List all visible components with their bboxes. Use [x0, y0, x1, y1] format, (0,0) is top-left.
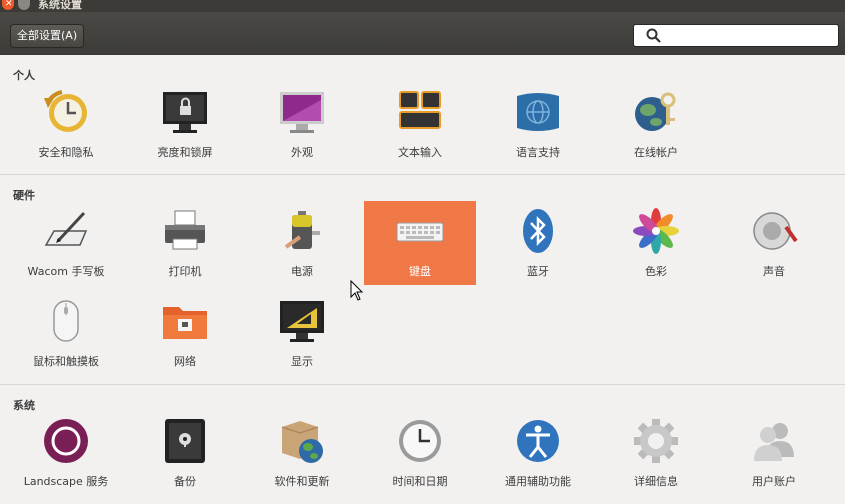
- window-title: 系统设置: [38, 0, 82, 11]
- item-sound[interactable]: 声音: [718, 201, 830, 285]
- bluetooth-icon: [523, 209, 553, 253]
- item-landscape-service[interactable]: Landscape 服务: [10, 411, 122, 495]
- item-keyboard[interactable]: 键盘: [364, 201, 476, 285]
- online-accounts-icon: [635, 92, 676, 131]
- search-icon: [646, 28, 661, 43]
- item-label: 详细信息: [634, 475, 678, 488]
- minimize-button[interactable]: [18, 0, 30, 10]
- item-label: 备份: [174, 475, 196, 488]
- item-label: 打印机: [168, 265, 202, 278]
- item-user-accounts[interactable]: 用户账户: [718, 411, 830, 495]
- item-label: 键盘: [409, 265, 431, 278]
- printer-icon: [165, 210, 205, 250]
- item-label: 时间和日期: [392, 475, 448, 488]
- item-label: 语言支持: [516, 146, 560, 159]
- wacom-tablet-icon: [44, 211, 88, 246]
- item-brightness-lock[interactable]: 亮度和锁屏: [129, 82, 241, 166]
- separator: [0, 384, 845, 385]
- item-online-accounts[interactable]: 在线帐户: [600, 82, 712, 166]
- battery-power-icon: [284, 211, 320, 249]
- separator: [0, 174, 845, 175]
- item-printer[interactable]: 打印机: [129, 201, 241, 285]
- users-icon: [754, 423, 794, 461]
- item-displays[interactable]: 显示: [246, 291, 358, 375]
- security-privacy-icon: [44, 90, 87, 132]
- close-icon: ✕: [5, 0, 13, 9]
- item-label: 网络: [174, 355, 196, 368]
- accessibility-icon: [517, 420, 559, 462]
- item-text-entry[interactable]: 文本输入: [364, 82, 476, 166]
- color-flower-icon: [633, 208, 679, 254]
- item-color[interactable]: 色彩: [600, 201, 712, 285]
- gear-icon: [634, 419, 678, 463]
- monitor-lock-icon: [163, 92, 207, 133]
- item-label: Wacom 手写板: [27, 265, 105, 278]
- item-label: 通用辅助功能: [505, 475, 571, 488]
- item-label: 软件和更新: [274, 475, 330, 488]
- item-label: 在线帐户: [634, 146, 678, 159]
- mouse-pointer-icon: [350, 280, 364, 301]
- item-wacom-tablet[interactable]: Wacom 手写板: [10, 201, 122, 285]
- item-details[interactable]: 详细信息: [600, 411, 712, 495]
- text-entry-icon: [399, 91, 441, 129]
- item-network[interactable]: 网络: [129, 291, 241, 375]
- network-folder-icon: [163, 307, 207, 339]
- package-globe-icon: [281, 421, 323, 463]
- item-backup[interactable]: 备份: [129, 411, 241, 495]
- item-label: 鼠标和触摸板: [33, 355, 99, 368]
- item-label: 声音: [763, 265, 785, 278]
- item-security-privacy[interactable]: 安全和隐私: [10, 82, 122, 166]
- item-label: 色彩: [645, 265, 667, 278]
- display-ruler-icon: [280, 301, 324, 342]
- item-label: 亮度和锁屏: [157, 146, 213, 159]
- item-label: 电源: [291, 265, 313, 278]
- keyboard-icon: [396, 222, 444, 242]
- search-input[interactable]: [633, 24, 839, 47]
- item-label: 文本输入: [398, 146, 442, 159]
- toolbar: 全部设置(A): [0, 12, 845, 55]
- item-label: 显示: [291, 355, 313, 368]
- mouse-icon: [53, 300, 79, 342]
- item-label: 外观: [291, 146, 313, 159]
- item-bluetooth[interactable]: 蓝牙: [482, 201, 594, 285]
- safe-icon: [165, 419, 205, 463]
- language-globe-icon: [517, 93, 559, 131]
- title-bar: ✕ 系统设置: [0, 0, 845, 12]
- item-label: 安全和隐私: [38, 146, 94, 159]
- landscape-icon: [44, 419, 88, 463]
- clock-icon: [399, 420, 441, 462]
- item-label: 用户账户: [752, 475, 796, 488]
- close-button[interactable]: ✕: [2, 0, 14, 10]
- appearance-icon: [280, 92, 324, 133]
- item-time-date[interactable]: 时间和日期: [364, 411, 476, 495]
- item-mouse-touchpad[interactable]: 鼠标和触摸板: [10, 291, 122, 375]
- item-language-support[interactable]: 语言支持: [482, 82, 594, 166]
- item-label: Landscape 服务: [23, 475, 109, 488]
- all-settings-button[interactable]: 全部设置(A): [10, 24, 85, 48]
- item-power[interactable]: 电源: [246, 201, 358, 285]
- item-label: 蓝牙: [527, 265, 549, 278]
- section-title-personal: 个人: [13, 69, 35, 82]
- item-appearance[interactable]: 外观: [246, 82, 358, 166]
- item-software-updates[interactable]: 软件和更新: [246, 411, 358, 495]
- speaker-icon: [753, 212, 798, 250]
- item-universal-access[interactable]: 通用辅助功能: [482, 411, 594, 495]
